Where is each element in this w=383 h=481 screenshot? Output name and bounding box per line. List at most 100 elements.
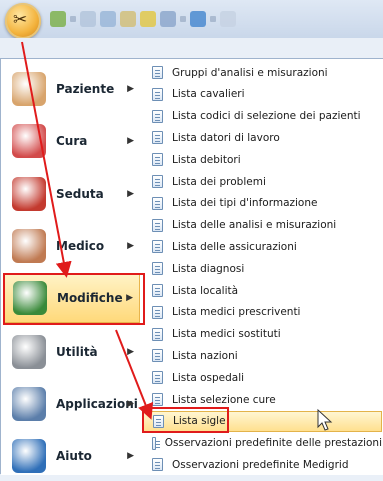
menu-categories: Paziente ▶ Cura ▶ Seduta ▶ Medico ▶ Modifiche ▶ Ut… bbox=[1, 59, 143, 475]
submenu-item[interactable]: Lista diagnosi bbox=[142, 258, 382, 279]
chevron-right-icon: ▶ bbox=[127, 347, 134, 357]
document-icon bbox=[152, 327, 163, 341]
submenu-item[interactable]: Lista selezione cure bbox=[142, 389, 382, 410]
submenu-item-label: Lista dei tipi d'informazione bbox=[172, 197, 318, 210]
menu-category-modifiche[interactable]: Modifiche ▶ bbox=[4, 273, 140, 323]
document-icon bbox=[152, 371, 163, 385]
menu-category-label: Modifiche bbox=[57, 291, 123, 305]
submenu-item[interactable]: Lista delle assicurazioni bbox=[142, 236, 382, 257]
menu-category-label: Applicazioni bbox=[56, 397, 138, 411]
funnel-icon[interactable] bbox=[160, 11, 176, 27]
menu-category-label: Seduta bbox=[56, 187, 104, 201]
submenu-item-label: Lista delle analisi e misurazioni bbox=[172, 219, 337, 232]
document-icon bbox=[152, 109, 163, 123]
submenu-item[interactable]: Lista ospedali bbox=[142, 367, 382, 388]
ribbon-bar bbox=[0, 38, 383, 59]
menu-category-label: Cura bbox=[56, 134, 88, 148]
application-menu-button[interactable]: ✂ bbox=[5, 3, 41, 39]
submenu-item[interactable]: Gruppi d'analisi e misurazioni bbox=[142, 62, 382, 83]
menu-category-medico[interactable]: Medico ▶ bbox=[4, 221, 140, 271]
menu-category-applicazioni[interactable]: Applicazioni ▶ bbox=[4, 379, 140, 429]
pencil-icon[interactable] bbox=[100, 11, 116, 27]
submenu-item[interactable]: Lista cavalieri bbox=[142, 84, 382, 105]
submenu-item[interactable]: Lista medici sostituti bbox=[142, 324, 382, 345]
menu-category-paziente[interactable]: Paziente ▶ bbox=[4, 64, 140, 114]
document-icon bbox=[152, 458, 163, 472]
submenu-item[interactable]: Osservazioni predefinite Medigrid bbox=[142, 454, 382, 475]
care-icon bbox=[12, 124, 46, 158]
submenu-item[interactable]: Lista datori di lavoro bbox=[142, 127, 382, 148]
menu-category-label: Aiuto bbox=[56, 449, 92, 463]
menu-category-cura[interactable]: Cura ▶ bbox=[4, 116, 140, 166]
chevron-right-icon: ▶ bbox=[127, 241, 134, 251]
submenu-item[interactable]: Lista medici prescriventi bbox=[142, 302, 382, 323]
submenu-item[interactable]: Lista nazioni bbox=[142, 345, 382, 366]
submenu-item-label: Lista dei problemi bbox=[172, 175, 266, 188]
submenu-item[interactable]: Lista codici di selezione dei pazienti bbox=[142, 106, 382, 127]
submenu-item-label: Lista medici prescriventi bbox=[172, 306, 301, 319]
help-icon bbox=[12, 439, 46, 473]
submenu-item-label: Lista cavalieri bbox=[172, 88, 245, 101]
separator bbox=[210, 16, 216, 22]
quick-access-toolbar bbox=[50, 10, 236, 28]
chevron-right-icon: ▶ bbox=[126, 293, 133, 303]
lightbulb-icon[interactable] bbox=[140, 11, 156, 27]
submenu-item-label: Lista medici sostituti bbox=[172, 328, 281, 341]
submenu-item-label: Lista località bbox=[172, 284, 239, 297]
separator bbox=[70, 16, 76, 22]
doctor-icon bbox=[12, 229, 46, 263]
title-bar: ✂ bbox=[0, 0, 383, 39]
document-icon bbox=[152, 305, 163, 319]
separator bbox=[180, 16, 186, 22]
globe-icon[interactable] bbox=[190, 11, 206, 27]
submenu-item[interactable]: Lista località bbox=[142, 280, 382, 301]
submenu-item-label: Lista codici di selezione dei pazienti bbox=[172, 110, 361, 123]
refresh-icon[interactable] bbox=[50, 11, 66, 27]
menu-category-label: Utilità bbox=[56, 345, 98, 359]
document-icon bbox=[152, 131, 163, 145]
submenu-item-label: Lista debitori bbox=[172, 153, 241, 166]
submenu-panel: Gruppi d'analisi e misurazioni Lista cava… bbox=[142, 59, 383, 475]
submenu-item-label: Lista delle assicurazioni bbox=[172, 240, 297, 253]
document-icon bbox=[152, 153, 163, 167]
document-icon bbox=[152, 218, 163, 232]
document-icon bbox=[152, 66, 163, 79]
submenu-item[interactable]: Lista delle analisi e misurazioni bbox=[142, 215, 382, 236]
document-icon bbox=[152, 196, 163, 210]
submenu-item-label: Lista sigle bbox=[173, 415, 226, 428]
submenu-item[interactable]: Lista sigle bbox=[142, 410, 382, 432]
submenu-item-label: Lista nazioni bbox=[172, 349, 238, 362]
submenu-item[interactable]: Lista dei problemi bbox=[142, 171, 382, 192]
document-icon bbox=[152, 175, 163, 188]
document-icon bbox=[152, 436, 160, 450]
patient-icon bbox=[12, 72, 46, 106]
submenu-item-label: Lista ospedali bbox=[172, 371, 245, 384]
document-icon bbox=[152, 349, 163, 363]
document-icon bbox=[152, 240, 163, 254]
document-icon bbox=[152, 284, 163, 297]
submenu-item-label: Osservazioni predefinite Medigrid bbox=[172, 458, 349, 471]
chevron-right-icon: ▶ bbox=[127, 451, 134, 461]
submenu-item-label: Gruppi d'analisi e misurazioni bbox=[172, 66, 328, 79]
search-icon[interactable] bbox=[80, 11, 96, 27]
chevron-right-icon: ▶ bbox=[127, 189, 134, 199]
edit-icon[interactable] bbox=[120, 11, 136, 27]
submenu-item[interactable]: Osservazioni predefinite delle prestazio… bbox=[142, 433, 382, 454]
submenu-item[interactable]: Lista debitori bbox=[142, 149, 382, 170]
document-icon bbox=[152, 262, 163, 276]
application-icon bbox=[12, 387, 46, 421]
chevron-right-icon: ▶ bbox=[127, 136, 134, 146]
chevron-right-icon: ▶ bbox=[127, 84, 134, 94]
settings-icon[interactable] bbox=[220, 11, 236, 27]
chevron-right-icon: ▶ bbox=[127, 399, 134, 409]
session-icon bbox=[12, 177, 46, 211]
menu-category-utilit[interactable]: Utilità ▶ bbox=[4, 327, 140, 377]
menu-category-label: Paziente bbox=[56, 82, 115, 96]
submenu-item[interactable]: Lista dei tipi d'informazione bbox=[142, 193, 382, 214]
application-menu: Paziente ▶ Cura ▶ Seduta ▶ Medico ▶ Modifiche ▶ Ut… bbox=[0, 58, 383, 475]
document-icon bbox=[152, 87, 163, 101]
menu-category-seduta[interactable]: Seduta ▶ bbox=[4, 169, 140, 219]
menu-category-label: Medico bbox=[56, 239, 105, 253]
document-icon bbox=[152, 393, 163, 406]
utility-icon bbox=[12, 335, 46, 369]
